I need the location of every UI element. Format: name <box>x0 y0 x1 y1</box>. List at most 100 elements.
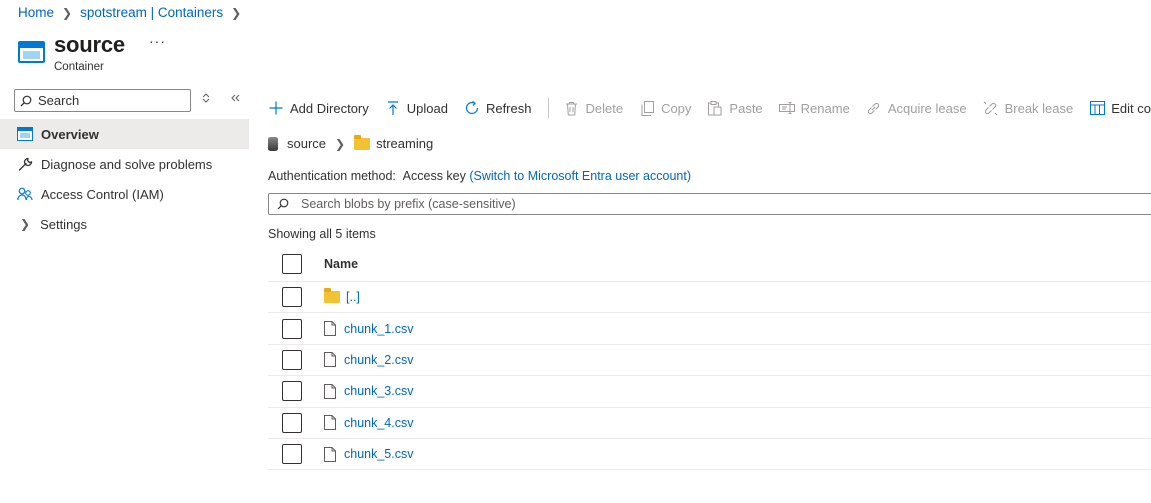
sidebar-item-overview[interactable]: Overview <box>0 119 249 149</box>
refresh-button[interactable]: Refresh <box>464 100 532 116</box>
row-checkbox[interactable] <box>282 349 302 370</box>
row-checkbox[interactable] <box>282 444 302 465</box>
people-icon <box>17 186 33 202</box>
blob-name: chunk_5.csv <box>344 447 414 462</box>
edit-columns-label: Edit columns <box>1111 100 1151 116</box>
nav-search-input[interactable] <box>32 92 177 109</box>
blob-table: Name [..] chunk_1.csv chunk_2.csv chunk_… <box>268 246 1151 471</box>
upload-label: Upload <box>406 100 448 116</box>
sidebar-item-label: Diagnose and solve problems <box>41 156 213 172</box>
chevron-right-icon: ❯ <box>231 5 242 20</box>
table-row: chunk_5.csv <box>268 439 1151 471</box>
chevron-right-icon: ❯ <box>62 5 73 20</box>
parent-directory-link[interactable]: [..] <box>324 288 360 305</box>
chevron-right-icon: ❯ <box>335 136 346 151</box>
acquire-lease-button[interactable]: Acquire lease <box>866 101 967 116</box>
rename-button[interactable]: Rename <box>778 100 850 116</box>
upload-icon <box>385 100 401 116</box>
table-header: Name <box>268 246 1151 282</box>
blob-search-input[interactable] <box>289 196 689 212</box>
edit-columns-button[interactable]: Edit columns <box>1089 101 1151 116</box>
file-icon <box>324 415 336 431</box>
blob-link[interactable]: chunk_4.csv <box>324 415 414 431</box>
sidebar-item-access-control[interactable]: Access Control (IAM) <box>0 179 249 209</box>
breadcrumb-containers[interactable]: spotstream | Containers <box>80 5 223 20</box>
breadcrumb: Home ❯ spotstream | Containers ❯ <box>18 5 241 20</box>
switch-auth-link[interactable]: (Switch to Microsoft Entra user account) <box>469 169 691 183</box>
paste-label: Paste <box>729 100 763 116</box>
container-icon <box>18 41 45 63</box>
link-icon <box>866 101 882 116</box>
copy-label: Copy <box>661 100 692 116</box>
columns-icon <box>1089 101 1105 115</box>
auth-method-label: Authentication method: <box>268 169 396 183</box>
row-checkbox[interactable] <box>282 381 302 402</box>
auth-method-value: Access key <box>402 169 466 183</box>
select-all-checkbox[interactable] <box>282 253 302 274</box>
refresh-label: Refresh <box>485 100 532 116</box>
refresh-icon <box>464 100 480 116</box>
acquire-lease-label: Acquire lease <box>887 100 967 116</box>
table-row: chunk_3.csv <box>268 376 1151 408</box>
auth-method: Authentication method: Access key (Switc… <box>268 169 691 183</box>
nav-search-box[interactable] <box>14 89 191 112</box>
command-bar: Add Directory Upload Refresh Delete Copy… <box>268 96 1151 120</box>
page-title: source <box>54 32 125 57</box>
sidebar-item-label: Settings <box>40 216 88 232</box>
blob-name: chunk_4.csv <box>344 415 414 430</box>
chevron-right-icon: ❯ <box>20 217 31 231</box>
delete-button[interactable]: Delete <box>563 101 623 116</box>
delete-label: Delete <box>585 100 624 116</box>
path-container[interactable]: source <box>268 136 326 151</box>
broken-link-icon <box>983 101 999 116</box>
table-row: chunk_1.csv <box>268 313 1151 345</box>
sidebar-item-settings[interactable]: ❯ Settings <box>0 209 249 239</box>
blob-link[interactable]: chunk_5.csv <box>324 446 414 462</box>
add-directory-button[interactable]: Add Directory <box>268 101 369 116</box>
rename-icon <box>778 102 795 114</box>
table-row: chunk_2.csv <box>268 345 1151 377</box>
table-row: chunk_4.csv <box>268 408 1151 439</box>
collapse-menu-icon[interactable] <box>230 92 240 107</box>
wrench-icon <box>17 156 33 172</box>
blob-link[interactable]: chunk_1.csv <box>324 321 413 337</box>
row-checkbox[interactable] <box>282 318 302 339</box>
parent-directory-label: [..] <box>346 290 360 305</box>
search-icon <box>277 198 289 210</box>
copy-icon <box>639 100 655 116</box>
blob-name: chunk_3.csv <box>344 384 414 399</box>
blob-link[interactable]: chunk_3.csv <box>324 383 414 399</box>
file-icon <box>324 446 336 462</box>
page-subtitle: Container <box>54 61 104 73</box>
container-cylinder-icon <box>268 136 278 151</box>
expand-collapse-icon[interactable] <box>201 92 211 107</box>
trash-icon <box>563 101 579 116</box>
paste-button[interactable]: Paste <box>707 100 763 116</box>
path-folder-label: streaming <box>376 136 434 151</box>
break-lease-button[interactable]: Break lease <box>983 101 1073 116</box>
copy-button[interactable]: Copy <box>639 100 692 116</box>
blob-link[interactable]: chunk_2.csv <box>324 352 413 368</box>
column-header-name[interactable]: Name <box>324 257 358 271</box>
breadcrumb-home[interactable]: Home <box>18 5 54 20</box>
more-options-button[interactable]: ··· <box>149 33 166 49</box>
file-icon <box>324 352 336 368</box>
item-count: Showing all 5 items <box>268 227 376 241</box>
path-folder[interactable]: streaming <box>354 134 434 151</box>
folder-icon <box>354 134 371 150</box>
plus-icon <box>268 101 284 115</box>
upload-button[interactable]: Upload <box>385 101 448 116</box>
path-container-label: source <box>287 136 327 151</box>
page-header: source Container ··· <box>18 32 166 73</box>
rename-label: Rename <box>800 100 850 116</box>
search-icon <box>20 95 32 106</box>
row-checkbox[interactable] <box>282 287 302 308</box>
sidebar-item-label: Overview <box>41 126 99 142</box>
row-checkbox[interactable] <box>282 412 302 433</box>
side-nav: Overview Diagnose and solve problems Acc… <box>0 119 249 239</box>
overview-icon <box>17 126 33 142</box>
add-directory-label: Add Directory <box>290 100 369 116</box>
folder-path: source ❯ streaming <box>268 134 434 151</box>
blob-search-box[interactable] <box>268 193 1151 215</box>
sidebar-item-diagnose[interactable]: Diagnose and solve problems <box>0 149 249 179</box>
